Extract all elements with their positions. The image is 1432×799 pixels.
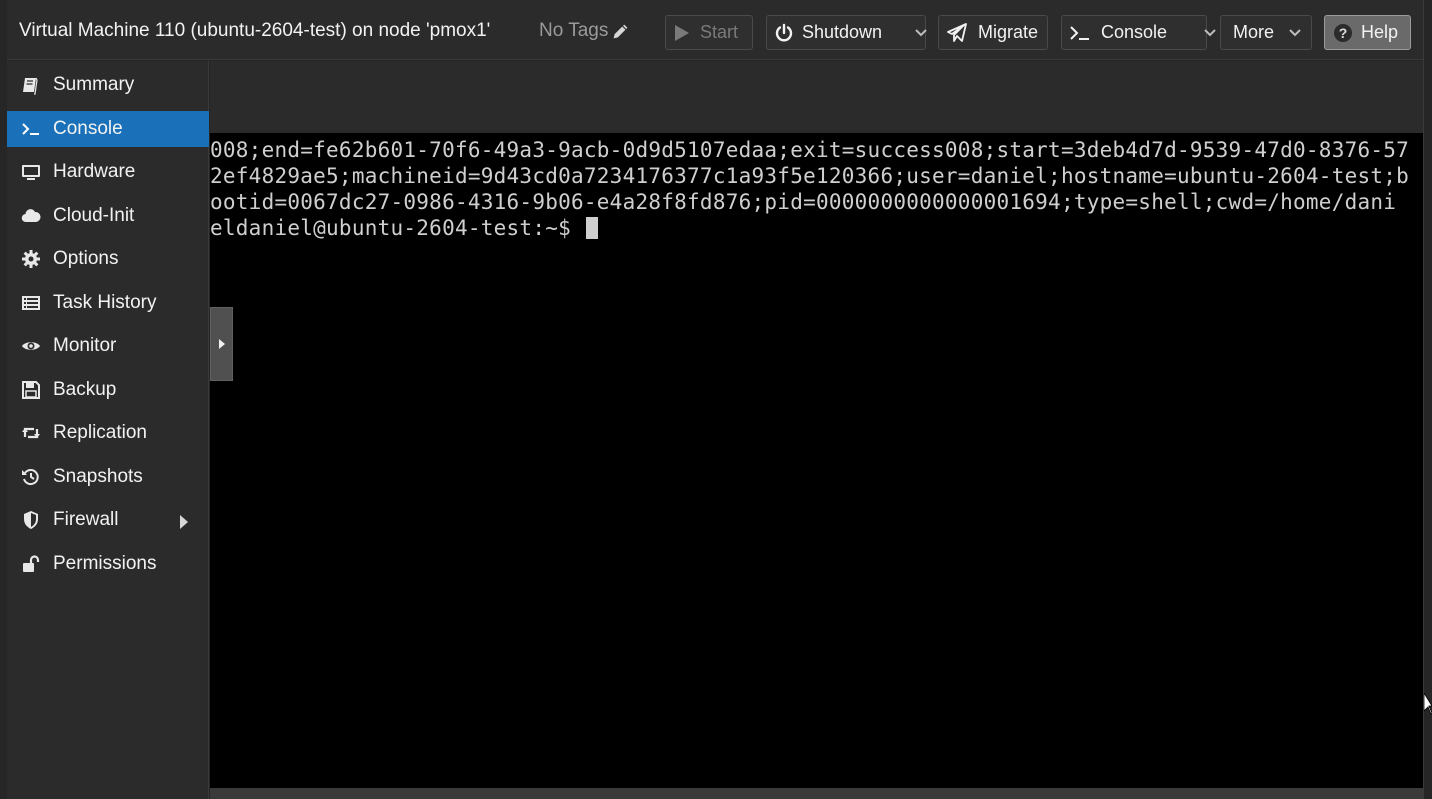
cloud-icon	[20, 205, 42, 227]
sidebar-item-label: Permissions	[53, 553, 157, 574]
terminal-line: ootid=0067dc27-0986-4316-9b06-e4a28f8fd8…	[210, 190, 1397, 214]
sidebar-item-label: Snapshots	[53, 466, 143, 487]
shutdown-label: Shutdown	[802, 22, 883, 42]
migrate-label: Migrate	[978, 22, 1039, 42]
tags-label: No Tags	[539, 20, 609, 41]
sidebar-item-label: Options	[53, 248, 119, 269]
sidebar-item-console[interactable]: Console	[7, 111, 209, 147]
chevron-down-icon	[1288, 28, 1302, 38]
vm-header: Virtual Machine 110 (ubuntu-2604-test) o…	[7, 0, 1424, 60]
sidebar-item-label: Replication	[53, 422, 147, 443]
sidebar-item-backup[interactable]: Backup	[7, 372, 209, 408]
sidebar-nav: Summary Console Hardware Cloud-Init Opti…	[7, 61, 209, 799]
book-icon	[20, 74, 42, 96]
help-label: Help	[1361, 22, 1399, 42]
svg-text:?: ?	[1339, 25, 1348, 41]
sidebar-item-summary[interactable]: Summary	[7, 67, 209, 103]
monitor-icon	[20, 161, 42, 183]
pencil-icon	[613, 24, 628, 38]
window-edge	[1423, 0, 1432, 799]
retweet-icon	[20, 422, 42, 444]
page-title: Virtual Machine 110 (ubuntu-2604-test) o…	[19, 20, 491, 41]
chevron-down-icon[interactable]	[914, 28, 928, 38]
terminal-line: 008;end=fe62b601-70f6-49a3-9acb-0d9d5107…	[210, 138, 1410, 162]
terminal-icon	[1069, 25, 1091, 41]
shutdown-button[interactable]: Shutdown	[766, 15, 928, 50]
chevron-right-icon	[218, 339, 225, 349]
sidebar-item-label: Backup	[53, 379, 117, 400]
sidebar-item-task-history[interactable]: Task History	[7, 285, 209, 321]
help-button[interactable]: ? Help	[1324, 15, 1411, 50]
floppy-icon	[20, 379, 42, 401]
terminal-prompt: eldaniel@ubuntu-2604-test:~$	[210, 216, 584, 240]
sidebar-item-label: Summary	[53, 74, 135, 95]
sidebar-item-label: Hardware	[53, 161, 136, 182]
chevron-down-icon[interactable]	[1203, 28, 1217, 38]
sidebar-item-label: Firewall	[53, 509, 119, 530]
terminal-screen[interactable]: 008;end=fe62b601-70f6-49a3-9acb-0d9d5107…	[210, 133, 1423, 788]
sidebar-item-label: Monitor	[53, 335, 117, 356]
eye-icon	[20, 335, 42, 357]
console-panel: 008;end=fe62b601-70f6-49a3-9acb-0d9d5107…	[210, 61, 1423, 788]
sidebar-item-options[interactable]: Options	[7, 241, 209, 277]
terminal-icon	[20, 118, 42, 140]
horizontal-scrollbar[interactable]	[210, 788, 1423, 799]
sidebar-item-firewall[interactable]: Firewall	[7, 502, 209, 538]
terminal-line: 2ef4829ae5;machineid=9d43cd0a7234176377c…	[210, 164, 1410, 188]
terminal-cursor	[585, 217, 598, 239]
play-icon	[674, 24, 690, 42]
tags-edit[interactable]: No Tags	[539, 20, 629, 42]
mouse-cursor-icon	[1423, 691, 1432, 720]
sidebar-item-hardware[interactable]: Hardware	[7, 154, 209, 190]
paper-plane-icon	[946, 22, 968, 43]
history-icon	[20, 466, 42, 488]
sidebar-item-permissions[interactable]: Permissions	[7, 546, 209, 582]
gear-icon	[20, 248, 42, 270]
sidebar-item-cloud-init[interactable]: Cloud-Init	[7, 198, 209, 234]
migrate-button[interactable]: Migrate	[938, 15, 1048, 50]
terminal-prompt-line: eldaniel@ubuntu-2604-test:~$	[210, 216, 598, 240]
more-button[interactable]: More	[1220, 15, 1312, 50]
sidebar-item-snapshots[interactable]: Snapshots	[7, 459, 209, 495]
start-label: Start	[700, 22, 739, 42]
sidebar-item-monitor[interactable]: Monitor	[7, 328, 209, 364]
start-button[interactable]: Start	[665, 15, 753, 50]
list-icon	[20, 292, 42, 314]
sidebar-item-label: Task History	[53, 292, 157, 313]
novnc-sidebar-toggle[interactable]	[210, 307, 233, 381]
power-icon	[774, 23, 794, 43]
shield-icon	[20, 509, 42, 531]
expand-arrow-icon[interactable]	[179, 513, 189, 535]
console-label: Console	[1101, 22, 1168, 42]
unlock-icon	[20, 553, 42, 575]
question-circle-icon: ?	[1333, 23, 1353, 43]
more-label: More	[1233, 22, 1275, 42]
console-button[interactable]: Console	[1061, 15, 1216, 50]
sidebar-item-replication[interactable]: Replication	[7, 415, 209, 451]
sidebar-item-label: Console	[53, 118, 123, 139]
sidebar-item-label: Cloud-Init	[53, 205, 135, 226]
